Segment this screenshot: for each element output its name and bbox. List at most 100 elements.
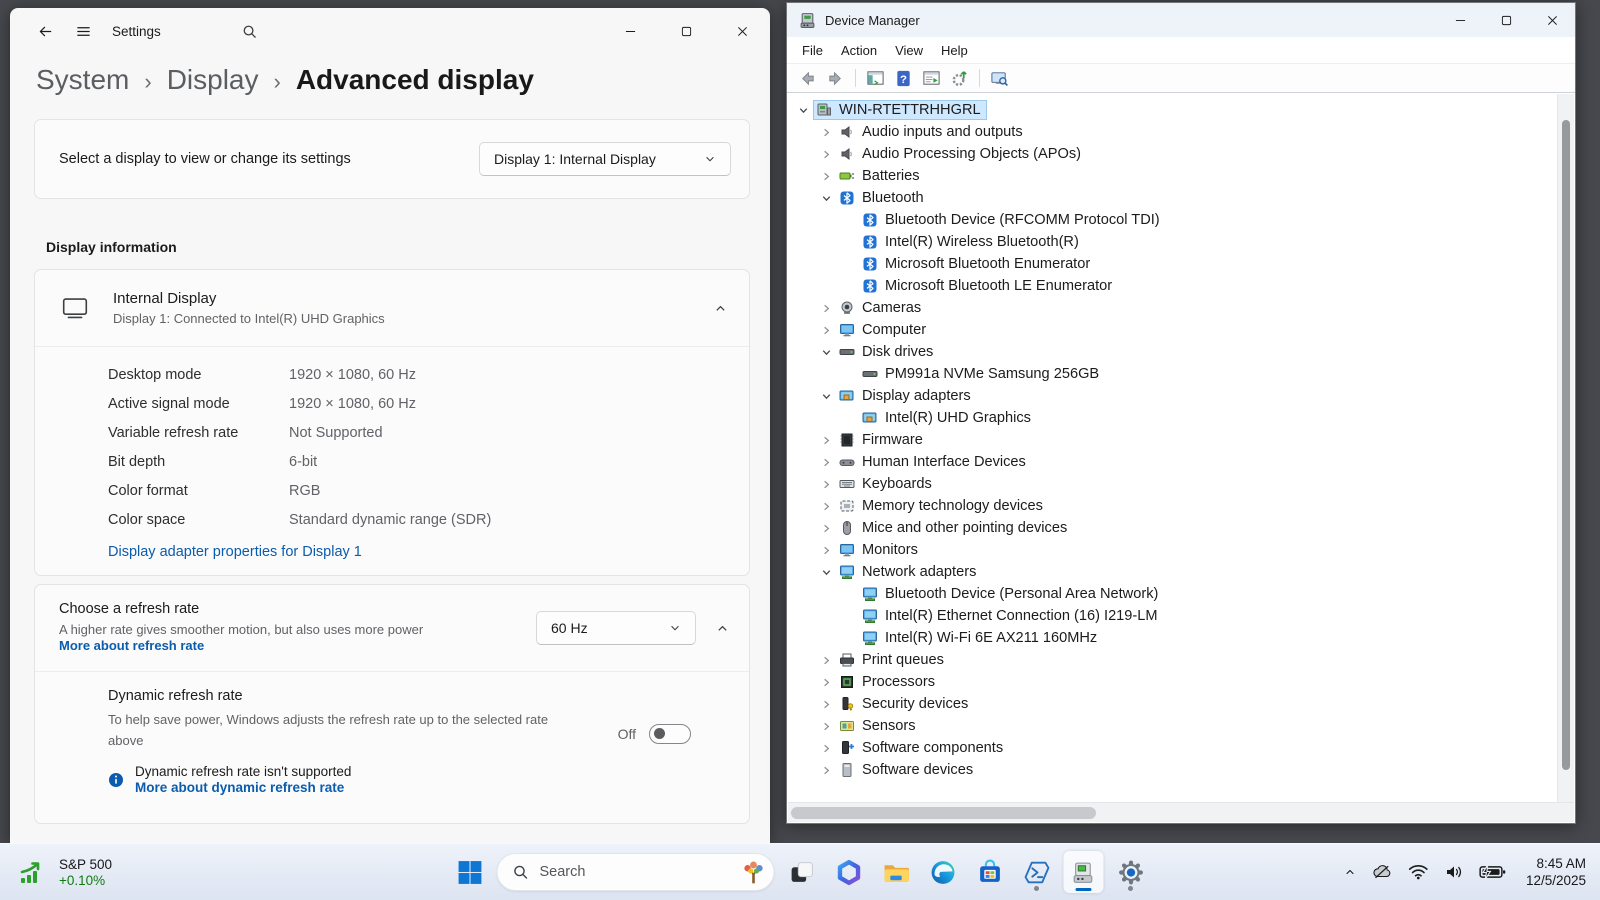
tree-item-body[interactable]: Microsoft Bluetooth LE Enumerator xyxy=(859,276,1118,296)
tree-item[interactable]: Monitors xyxy=(788,539,1557,561)
breadcrumb-item[interactable]: Display xyxy=(167,64,259,96)
nav-forward-button[interactable] xyxy=(823,66,848,90)
expand-icon[interactable] xyxy=(817,433,836,448)
breadcrumb-item[interactable]: System xyxy=(36,64,129,96)
collapse-icon[interactable] xyxy=(817,565,836,580)
tree-item[interactable]: Audio inputs and outputs xyxy=(788,121,1557,143)
more-about-dynamic-refresh-link[interactable]: More about dynamic refresh rate xyxy=(135,780,344,795)
settings-search-button[interactable] xyxy=(233,16,267,46)
tree-item[interactable]: Network adapters xyxy=(788,561,1557,583)
tree-item[interactable]: Mice and other pointing devices xyxy=(788,517,1557,539)
console-tree-button[interactable] xyxy=(863,66,888,90)
collapse-icon[interactable] xyxy=(817,191,836,206)
tree-item-body[interactable]: Bluetooth Device (Personal Area Network) xyxy=(859,584,1164,604)
expand-icon[interactable] xyxy=(817,499,836,514)
settings-button[interactable] xyxy=(1111,851,1151,893)
tree-item-body[interactable]: Security devices xyxy=(836,694,974,714)
tree-item[interactable]: Intel(R) Wireless Bluetooth(R) xyxy=(788,231,1557,253)
display-info-header[interactable]: Internal Display Display 1: Connected to… xyxy=(35,270,749,346)
tree-item[interactable]: Intel(R) UHD Graphics xyxy=(788,407,1557,429)
tree-item[interactable]: Bluetooth Device (Personal Area Network) xyxy=(788,583,1557,605)
tree-item[interactable]: Human Interface Devices xyxy=(788,451,1557,473)
tree-item[interactable]: Microsoft Bluetooth Enumerator xyxy=(788,253,1557,275)
tree-item-body[interactable]: Audio inputs and outputs xyxy=(836,122,1029,142)
vertical-scrollbar[interactable] xyxy=(1557,94,1574,802)
tree-item-body[interactable]: Audio Processing Objects (APOs) xyxy=(836,144,1087,164)
cloud-offline-button[interactable] xyxy=(1372,864,1392,880)
tree-item[interactable]: Print queues xyxy=(788,649,1557,671)
tree-item-body[interactable]: Processors xyxy=(836,672,941,692)
refresh-rate-dropdown[interactable]: 60 Hz xyxy=(536,611,696,645)
copilot-button[interactable] xyxy=(829,851,869,893)
menu-view[interactable]: View xyxy=(886,39,932,62)
display-adapter-properties-link[interactable]: Display adapter properties for Display 1 xyxy=(108,544,362,560)
expand-icon[interactable] xyxy=(817,301,836,316)
back-button[interactable] xyxy=(28,16,62,46)
horizontal-scrollbar[interactable] xyxy=(788,802,1574,822)
tree-item-selected[interactable]: WIN-RTETTRHHGRL xyxy=(813,100,987,120)
maximize-button[interactable] xyxy=(658,8,714,54)
powershell-button[interactable] xyxy=(1017,851,1057,893)
tree-item-body[interactable]: Disk drives xyxy=(836,342,939,362)
tree-item-body[interactable]: Batteries xyxy=(836,166,926,186)
scan-hardware-button[interactable] xyxy=(947,66,972,90)
task-view-button[interactable] xyxy=(782,851,822,893)
tree-item-body[interactable]: PM991a NVMe Samsung 256GB xyxy=(859,364,1105,384)
expand-icon[interactable] xyxy=(817,477,836,492)
close-button[interactable] xyxy=(1529,3,1575,37)
nav-back-button[interactable] xyxy=(795,66,820,90)
tree-item-body[interactable]: Monitors xyxy=(836,540,924,560)
collapse-icon[interactable] xyxy=(817,345,836,360)
help-button[interactable]: ? xyxy=(891,66,916,90)
tree-item-body[interactable]: Intel(R) Wi-Fi 6E AX211 160MHz xyxy=(859,628,1103,648)
tree-item[interactable]: Memory technology devices xyxy=(788,495,1557,517)
menu-file[interactable]: File xyxy=(793,39,832,62)
tree-item[interactable]: Keyboards xyxy=(788,473,1557,495)
tree-item[interactable]: Audio Processing Objects (APOs) xyxy=(788,143,1557,165)
wifi-button[interactable] xyxy=(1408,864,1429,880)
tree-item[interactable]: WIN-RTETTRHHGRL xyxy=(788,99,1557,121)
tree-item-body[interactable]: Keyboards xyxy=(836,474,938,494)
device-manager-button[interactable] xyxy=(1063,851,1104,893)
chevron-up-button[interactable] xyxy=(1344,866,1356,878)
tree-item-body[interactable]: Software components xyxy=(836,738,1009,758)
expand-icon[interactable] xyxy=(817,653,836,668)
tree-item-body[interactable]: Intel(R) UHD Graphics xyxy=(859,408,1037,428)
expand-icon[interactable] xyxy=(817,763,836,778)
expand-icon[interactable] xyxy=(817,521,836,536)
expand-icon[interactable] xyxy=(817,543,836,558)
tree-item-body[interactable]: Print queues xyxy=(836,650,950,670)
tree-item[interactable]: Cameras xyxy=(788,297,1557,319)
tree-item[interactable]: Computer xyxy=(788,319,1557,341)
display-selector-dropdown[interactable]: Display 1: Internal Display xyxy=(479,142,731,176)
tree-item[interactable]: Firmware xyxy=(788,429,1557,451)
menu-action[interactable]: Action xyxy=(832,39,886,62)
tree-item[interactable]: Display adapters xyxy=(788,385,1557,407)
more-about-refresh-rate-link[interactable]: More about refresh rate xyxy=(59,638,204,653)
export-list-button[interactable] xyxy=(919,66,944,90)
tree-item-body[interactable]: Firmware xyxy=(836,430,929,450)
tree-item-body[interactable]: Network adapters xyxy=(836,562,982,582)
tree-item-body[interactable]: Display adapters xyxy=(836,386,977,406)
remote-computer-button[interactable] xyxy=(987,66,1012,90)
menu-help[interactable]: Help xyxy=(932,39,977,62)
clock[interactable]: 8:45 AM 12/5/2025 xyxy=(1526,855,1586,890)
expand-icon[interactable] xyxy=(817,455,836,470)
tree-item-body[interactable]: Memory technology devices xyxy=(836,496,1049,516)
tree-item-body[interactable]: Microsoft Bluetooth Enumerator xyxy=(859,254,1096,274)
battery-charging-button[interactable] xyxy=(1478,864,1506,880)
expand-icon[interactable] xyxy=(817,169,836,184)
collapse-icon[interactable] xyxy=(817,389,836,404)
nav-menu-button[interactable] xyxy=(66,16,100,46)
tree-item-body[interactable]: Cameras xyxy=(836,298,927,318)
tree-item-body[interactable]: Mice and other pointing devices xyxy=(836,518,1073,538)
tree-item[interactable]: Software devices xyxy=(788,759,1557,781)
tree-item[interactable]: Software components xyxy=(788,737,1557,759)
tree-item[interactable]: Disk drives xyxy=(788,341,1557,363)
file-explorer-button[interactable] xyxy=(876,851,916,893)
maximize-button[interactable] xyxy=(1483,3,1529,37)
edge-button[interactable] xyxy=(923,851,963,893)
expand-icon[interactable] xyxy=(817,741,836,756)
start-button[interactable] xyxy=(450,851,490,893)
tree-item[interactable]: PM991a NVMe Samsung 256GB xyxy=(788,363,1557,385)
